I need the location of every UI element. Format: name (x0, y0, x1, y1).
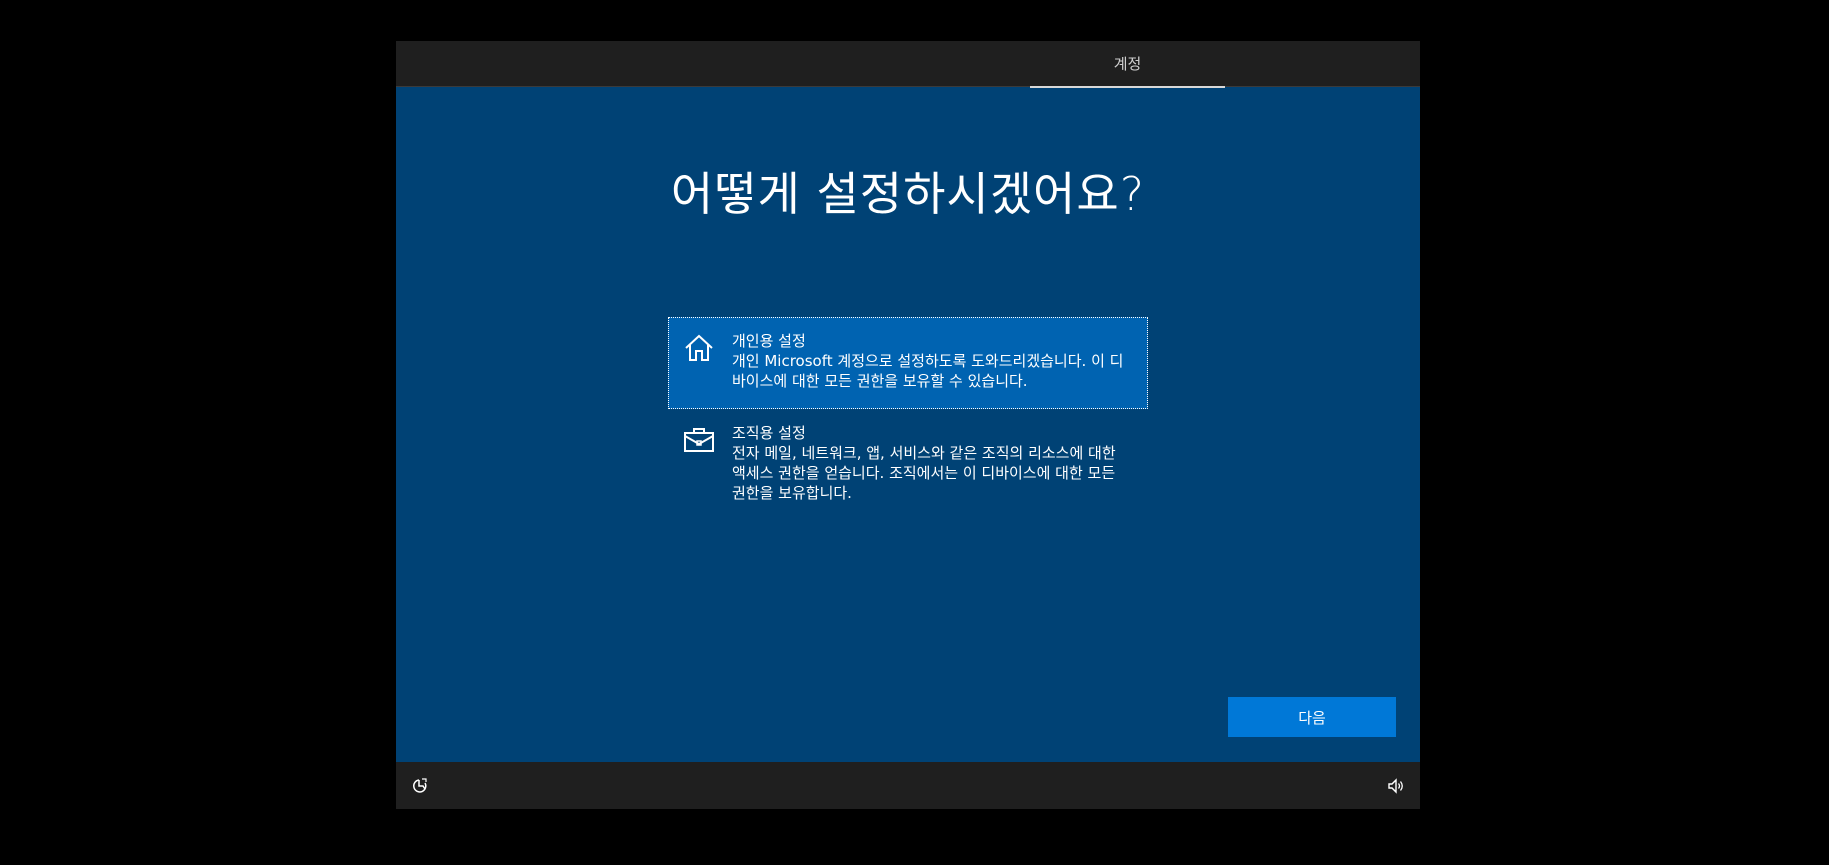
option-title: 조직용 설정 (732, 424, 806, 442)
next-button[interactable]: 다음 (1228, 697, 1396, 737)
main-content: 어떻게 설정하시겠어요? 개인용 설정 개인 Microsoft 계정으로 설정… (396, 88, 1420, 762)
top-bar: 계정 (396, 41, 1420, 88)
tab-account: 계정 (1030, 41, 1225, 88)
option-title: 개인용 설정 (732, 332, 806, 350)
accessibility-icon[interactable] (410, 776, 430, 796)
option-description: 전자 메일, 네트워크, 앱, 서비스와 같은 조직의 리소스에 대한 액세스 … (732, 444, 1116, 502)
setup-window: 계정 어떻게 설정하시겠어요? 개인용 설정 개인 Microsoft 계정으로… (396, 41, 1420, 809)
bottom-bar (396, 762, 1420, 809)
home-icon (682, 331, 716, 365)
option-organization-setup[interactable]: 조직용 설정 전자 메일, 네트워크, 앱, 서비스와 같은 조직의 리소스에 … (668, 409, 1148, 509)
option-description: 개인 Microsoft 계정으로 설정하도록 도와드리겠습니다. 이 디바이스… (732, 352, 1124, 390)
briefcase-icon (682, 423, 716, 457)
option-personal-setup[interactable]: 개인용 설정 개인 Microsoft 계정으로 설정하도록 도와드리겠습니다.… (668, 317, 1148, 409)
page-title: 어떻게 설정하시겠어요? (670, 167, 1146, 221)
volume-icon[interactable] (1386, 776, 1406, 796)
